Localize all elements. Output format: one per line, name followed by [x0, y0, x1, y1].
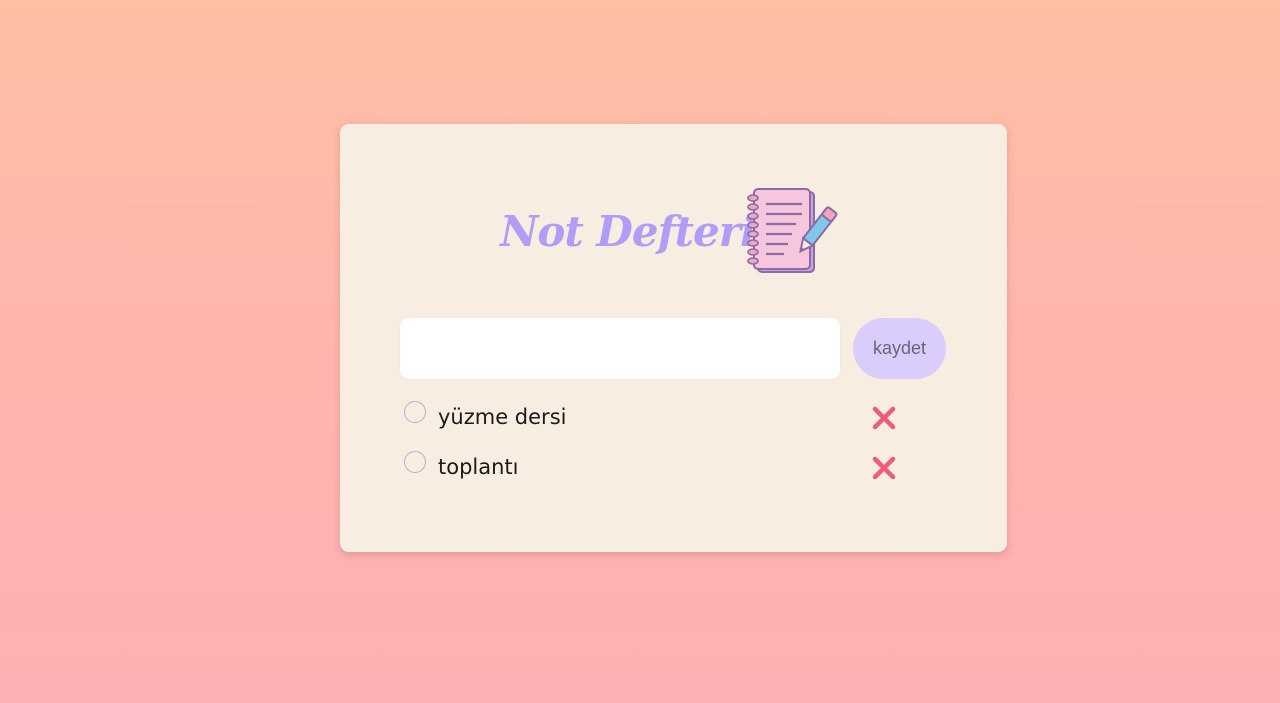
todo-text[interactable]: toplantı — [438, 452, 519, 482]
note-input[interactable] — [400, 318, 840, 379]
todo-text[interactable]: yüzme dersi — [438, 402, 566, 432]
todo-checkbox[interactable] — [404, 451, 426, 473]
app-title: Not Defteri — [500, 207, 756, 256]
close-icon[interactable] — [870, 404, 898, 432]
close-icon[interactable] — [870, 454, 898, 482]
note-entry-row: kaydet — [400, 318, 946, 379]
todo-item: toplantı — [404, 444, 904, 494]
todo-list: yüzme dersi toplantı — [404, 394, 904, 494]
notebook-pen-icon — [747, 188, 838, 273]
save-button[interactable]: kaydet — [853, 318, 946, 379]
header: Not Defteri — [340, 186, 1007, 278]
todo-item: yüzme dersi — [404, 394, 904, 444]
notebook-card: Not Defteri kaydet yüzme dersi toplantı — [340, 124, 1007, 552]
todo-checkbox[interactable] — [404, 401, 426, 423]
